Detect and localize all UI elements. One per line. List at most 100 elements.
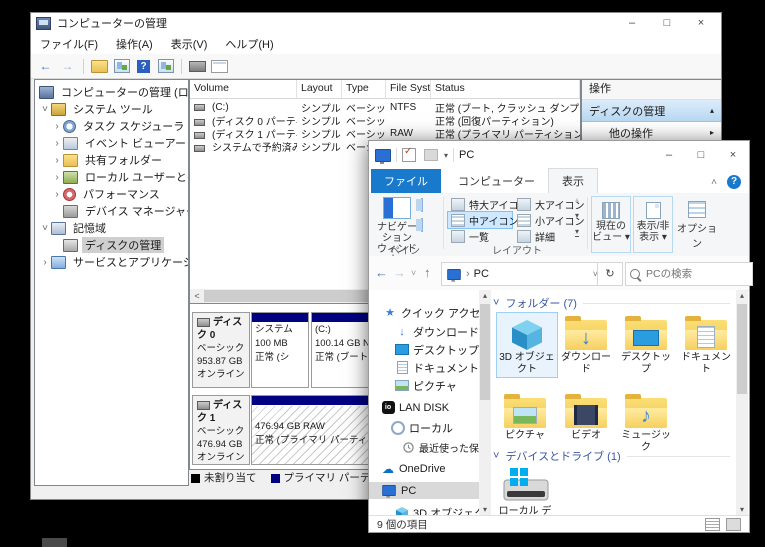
layout-md-icons[interactable]: 中アイコン bbox=[451, 213, 519, 228]
nav-item-pictures[interactable]: ピクチャ bbox=[369, 377, 479, 394]
nav-item-local[interactable]: ローカル bbox=[369, 419, 479, 436]
tree-item-device-manager[interactable]: デバイス マネージャー bbox=[51, 203, 188, 219]
section-folders[interactable]: ˅ フォルダー (7) bbox=[493, 295, 736, 311]
tile-pictures[interactable]: ピクチャ bbox=[496, 390, 554, 442]
section-devices[interactable]: ˅ デバイスとドライブ (1) bbox=[493, 448, 736, 464]
new-folder-icon[interactable] bbox=[424, 149, 438, 161]
forward-icon[interactable]: → bbox=[59, 59, 76, 74]
properties-icon[interactable] bbox=[402, 146, 416, 162]
tile-music[interactable]: ♪ ミュージック bbox=[617, 390, 675, 454]
col-volume[interactable]: Volume bbox=[190, 80, 297, 98]
forward-icon[interactable]: → bbox=[393, 265, 406, 280]
chevron-down-icon[interactable]: ˅ bbox=[39, 104, 51, 115]
tile-desktop[interactable]: デスクトップ bbox=[617, 312, 675, 376]
nav-scrollbar[interactable]: ▴ ▾ bbox=[479, 290, 491, 516]
tree-item-task-scheduler[interactable]: › タスク スケジューラ bbox=[51, 118, 187, 134]
scrollbar-thumb[interactable] bbox=[204, 290, 372, 302]
help-icon[interactable]: ? bbox=[727, 175, 741, 189]
breadcrumb[interactable]: › PC ˅ bbox=[441, 262, 603, 286]
details-view-icon[interactable] bbox=[705, 517, 720, 531]
chevron-down-icon[interactable]: ˅ bbox=[39, 223, 51, 234]
ribbon-collapse-icon[interactable]: ˄ bbox=[711, 177, 717, 188]
recent-locations-icon[interactable]: ˅ bbox=[411, 268, 416, 278]
gallery-expand-icon[interactable]: ▾ bbox=[575, 227, 580, 237]
tile-videos[interactable]: ビデオ bbox=[557, 390, 615, 442]
console-window-icon[interactable] bbox=[157, 59, 174, 74]
preview-pane-button[interactable] bbox=[421, 198, 423, 212]
menu-view[interactable]: 表示(V) bbox=[162, 33, 217, 55]
tree-item-performance[interactable]: › パフォーマンス bbox=[51, 186, 163, 202]
scroll-left-icon[interactable]: < bbox=[190, 291, 204, 301]
chevron-down-icon[interactable]: ˅ bbox=[493, 297, 499, 309]
disk-tool-icon[interactable] bbox=[189, 59, 206, 74]
breadcrumb-segment-pc[interactable]: PC bbox=[474, 268, 489, 280]
tree-item-root[interactable]: コンピューターの管理 (ローカル) bbox=[39, 84, 188, 100]
menu-file[interactable]: ファイル(F) bbox=[31, 33, 107, 55]
chevron-right-icon[interactable]: › bbox=[51, 172, 63, 183]
nav-item-lan-disk[interactable]: io LAN DISK bbox=[369, 399, 479, 416]
tree-item-shared-folders[interactable]: › 共有フォルダー bbox=[51, 152, 165, 168]
col-layout[interactable]: Layout bbox=[297, 80, 342, 98]
scrollbar-thumb[interactable] bbox=[480, 304, 490, 400]
nav-item-quick-access[interactable]: ★ クイック アクセス bbox=[369, 304, 479, 321]
cm-minimize-button[interactable]: – bbox=[618, 14, 646, 32]
nav-item-desktop[interactable]: デスクトップ bbox=[369, 341, 479, 358]
options-button[interactable]: オプション bbox=[675, 196, 719, 250]
collapse-up-icon[interactable]: ▴ bbox=[710, 106, 714, 115]
tab-computer[interactable]: コンピューター bbox=[445, 169, 548, 193]
tree-item-disk-management[interactable]: ディスクの管理 bbox=[63, 237, 165, 253]
back-icon[interactable]: ← bbox=[375, 265, 388, 280]
search-input[interactable] bbox=[644, 267, 738, 281]
scroll-up-icon[interactable]: ▴ bbox=[479, 290, 491, 302]
explorer-close-button[interactable]: × bbox=[719, 146, 747, 164]
cm-maximize-button[interactable]: □ bbox=[653, 14, 681, 32]
tile-local-disk-c[interactable]: ローカル ディスク (C:) bbox=[496, 464, 554, 516]
tab-view[interactable]: 表示 bbox=[548, 168, 598, 193]
nav-item-downloads[interactable]: ↓ ダウンロード bbox=[369, 323, 479, 340]
console-tree-icon[interactable] bbox=[113, 59, 130, 74]
tree-item-event-viewer[interactable]: › イベント ビューアー bbox=[51, 135, 188, 151]
qat-customize-icon[interactable]: ▾ bbox=[444, 151, 448, 160]
nav-item-recent-saves[interactable]: 最近使った保存 bbox=[369, 439, 479, 456]
action-disk-management[interactable]: ディスクの管理 ▴ bbox=[582, 100, 721, 122]
tile-downloads[interactable]: ↓ ダウンロード bbox=[557, 312, 615, 376]
disk-1-label[interactable]: ディスク 1 ベーシック 476.94 GB オンライン bbox=[192, 395, 250, 465]
gallery-scroll-down-icon[interactable]: ▾ bbox=[575, 211, 579, 220]
current-view-button[interactable]: 現在の ビュー ▾ bbox=[591, 196, 631, 253]
disk-0-label[interactable]: ディスク 0 ベーシック 953.87 GB オンライン bbox=[192, 312, 250, 388]
menu-action[interactable]: 操作(A) bbox=[107, 33, 162, 55]
chevron-right-icon[interactable]: › bbox=[51, 155, 63, 166]
tree-item-system-tools[interactable]: ˅ システム ツール bbox=[39, 101, 156, 117]
tree-item-storage[interactable]: ˅ 記憶域 bbox=[39, 220, 109, 236]
chevron-right-icon[interactable]: › bbox=[51, 121, 63, 132]
explorer-maximize-button[interactable]: □ bbox=[687, 146, 715, 164]
nav-item-documents[interactable]: ドキュメント bbox=[369, 359, 479, 376]
scroll-up-icon[interactable]: ▴ bbox=[736, 290, 748, 302]
col-type[interactable]: Type bbox=[342, 80, 386, 98]
chevron-right-icon[interactable]: › bbox=[51, 138, 63, 149]
disk-0-partition-system[interactable]: システム 100 MB 正常 (シ bbox=[251, 312, 309, 388]
col-filesystem[interactable]: File System bbox=[386, 80, 431, 98]
cm-close-button[interactable]: × bbox=[687, 14, 715, 32]
chevron-right-icon[interactable]: › bbox=[51, 189, 63, 200]
tree-item-local-users-groups[interactable]: › ローカル ユーザーとグループ bbox=[51, 169, 188, 185]
nav-item-pc[interactable]: PC bbox=[369, 482, 479, 499]
refresh-button[interactable]: ↻ bbox=[597, 262, 623, 286]
chevron-down-icon[interactable]: ˅ bbox=[493, 450, 499, 462]
help-icon[interactable]: ? bbox=[135, 59, 152, 74]
details-pane-button[interactable] bbox=[421, 218, 423, 232]
back-icon[interactable]: ← bbox=[37, 59, 54, 74]
chevron-right-icon[interactable]: › bbox=[39, 257, 51, 268]
gallery-scroll-up-icon[interactable]: ▴ bbox=[575, 195, 579, 204]
properties-panel-icon[interactable] bbox=[211, 59, 228, 74]
tile-3d-objects[interactable]: 3D オブジェクト bbox=[496, 312, 558, 378]
explorer-minimize-button[interactable]: – bbox=[655, 146, 683, 164]
tree-item-services-applications[interactable]: › サービスとアプリケーション bbox=[39, 254, 188, 270]
search-box[interactable] bbox=[625, 262, 753, 286]
scrollbar-thumb[interactable] bbox=[737, 304, 747, 394]
show-hide-button[interactable]: 表示/非 表示 ▾ bbox=[633, 196, 673, 253]
nav-item-onedrive[interactable]: ☁ OneDrive bbox=[369, 460, 479, 477]
up-icon[interactable]: ↑ bbox=[424, 265, 431, 280]
content-scrollbar[interactable]: ▴ ▾ bbox=[736, 290, 748, 516]
tile-documents[interactable]: ドキュメント bbox=[677, 312, 735, 376]
